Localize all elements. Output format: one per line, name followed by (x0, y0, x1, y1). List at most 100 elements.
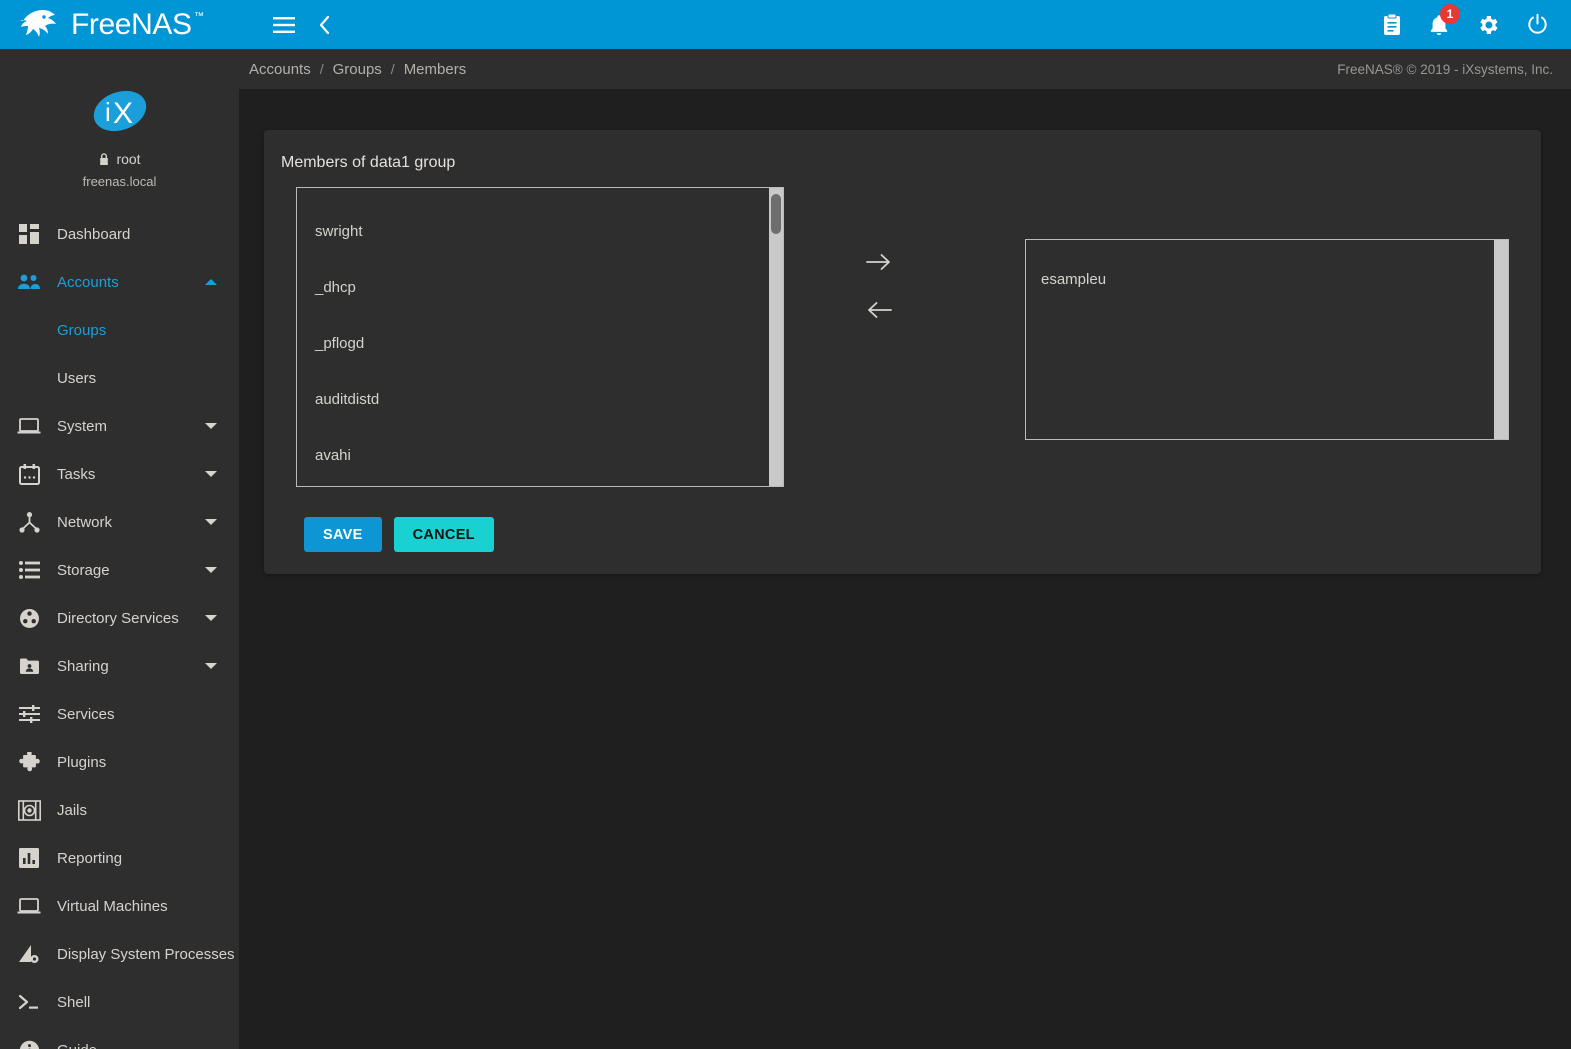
sidebar-item-network[interactable]: Network (0, 498, 239, 546)
copyright-notice: FreeNAS® © 2019 - iXsystems, Inc. (1337, 62, 1553, 77)
top-navigation-bar: FreeNAS ™ 1 (0, 0, 1571, 49)
svg-text:i: i (105, 97, 111, 127)
accounts-people-icon (13, 270, 45, 294)
brand-logo-area[interactable]: FreeNAS ™ (0, 0, 239, 49)
virtual-machines-icon (13, 894, 45, 918)
sidebar-item-sharing[interactable]: Sharing (0, 642, 239, 690)
chevron-down-icon (205, 423, 217, 429)
sidebar-item-reporting[interactable]: Reporting (0, 834, 239, 882)
plugins-puzzle-icon (13, 750, 45, 774)
trademark-symbol: ™ (194, 12, 204, 22)
freenas-fish-logo (20, 8, 62, 42)
breadcrumb-separator: / (391, 61, 395, 77)
hostname-label: freenas.local (0, 174, 239, 189)
shell-prompt-icon (13, 990, 45, 1014)
chevron-up-icon (205, 279, 217, 285)
arrow-left-icon[interactable] (864, 295, 894, 325)
sidebar-item-services[interactable]: Services (0, 690, 239, 738)
sidebar-subitem-label: Groups (57, 322, 106, 339)
sidebar-item-label: Tasks (57, 466, 95, 483)
sidebar-item-label: Reporting (57, 850, 122, 867)
list-item[interactable]: swright (297, 204, 769, 260)
sidebar-item-accounts[interactable]: Accounts (0, 258, 239, 306)
breadcrumb-item-accounts[interactable]: Accounts (249, 61, 311, 78)
members-list-scrollbar[interactable] (1494, 240, 1508, 439)
logged-in-user: root (0, 151, 239, 167)
chevron-left-icon[interactable] (317, 15, 331, 35)
breadcrumb-item-groups[interactable]: Groups (333, 61, 382, 78)
brand-name: FreeNAS ™ (71, 10, 192, 40)
toolbar-left-icons (273, 15, 331, 35)
list-item[interactable]: _pflogd (297, 316, 769, 372)
sidebar-item-label: System (57, 418, 107, 435)
chevron-down-icon (205, 567, 217, 573)
sidebar-item-label: Shell (57, 994, 90, 1011)
sidebar-item-label: Plugins (57, 754, 106, 771)
sidebar-item-shell[interactable]: Shell (0, 978, 239, 1026)
power-icon[interactable] (1526, 13, 1549, 36)
notification-badge: 1 (1440, 4, 1460, 24)
sidebar-item-label: Directory Services (57, 610, 179, 627)
reporting-chart-icon (13, 846, 45, 870)
storage-list-icon (13, 558, 45, 582)
sidebar-item-label: Guide (57, 1042, 97, 1049)
sidebar-item-label: Services (57, 706, 115, 723)
members-card: Members of data1 group swright _dhcp _pf… (264, 130, 1541, 574)
chevron-down-icon (205, 519, 217, 525)
system-laptop-icon (13, 414, 45, 438)
clipboard-console-icon[interactable] (1382, 13, 1402, 37)
jails-icon (13, 798, 45, 822)
sidebar-item-label: Storage (57, 562, 110, 579)
sidebar-item-storage[interactable]: Storage (0, 546, 239, 594)
directory-services-icon (13, 606, 45, 630)
chevron-down-icon (205, 471, 217, 477)
list-item[interactable]: auditdistd (297, 372, 769, 428)
arrow-right-icon[interactable] (864, 247, 894, 277)
cancel-button[interactable]: CANCEL (394, 517, 494, 552)
notifications-button[interactable]: 1 (1428, 13, 1450, 37)
info-circle-icon (13, 1038, 45, 1049)
sharing-folder-icon (13, 654, 45, 678)
brand-name-text: FreeNAS (71, 8, 192, 41)
sidebar-item-label: Display System Processes (57, 946, 235, 963)
sidebar-item-users[interactable]: Users (0, 354, 239, 402)
svg-text:X: X (113, 97, 133, 130)
sidebar-item-guide[interactable]: Guide (0, 1026, 239, 1049)
scrollbar-thumb[interactable] (771, 194, 781, 234)
main-content: Accounts / Groups / Members FreeNAS® © 2… (239, 49, 1571, 1049)
sidebar-item-label: Network (57, 514, 112, 531)
chevron-down-icon (205, 663, 217, 669)
gear-icon[interactable] (1476, 13, 1500, 37)
save-button[interactable]: SAVE (304, 517, 382, 552)
sidebar-item-jails[interactable]: Jails (0, 786, 239, 834)
sidebar-subitem-label: Users (57, 370, 96, 387)
sidebar-item-groups[interactable]: Groups (0, 306, 239, 354)
available-users-options: swright _dhcp _pflogd auditdistd avahi (297, 188, 769, 486)
list-item[interactable]: _dhcp (297, 260, 769, 316)
sidebar-item-virtual-machines[interactable]: Virtual Machines (0, 882, 239, 930)
available-users-list[interactable]: swright _dhcp _pflogd auditdistd avahi (296, 187, 784, 487)
list-item[interactable]: avahi (297, 428, 769, 484)
sidebar-item-label: Sharing (57, 658, 109, 675)
sidebar-item-display-system-processes[interactable]: Display System Processes (0, 930, 239, 978)
network-nodes-icon (13, 510, 45, 534)
ix-systems-logo: i X (89, 85, 151, 137)
sidebar-item-plugins[interactable]: Plugins (0, 738, 239, 786)
sidebar-item-tasks[interactable]: Tasks (0, 450, 239, 498)
sidebar-item-dashboard[interactable]: Dashboard (0, 210, 239, 258)
sidebar-item-directory-services[interactable]: Directory Services (0, 594, 239, 642)
tasks-calendar-icon (13, 462, 45, 486)
sidebar-item-label: Virtual Machines (57, 898, 168, 915)
toolbar-right-icons: 1 (1382, 0, 1549, 49)
available-list-scrollbar[interactable] (769, 188, 783, 486)
group-members-list[interactable]: esampleu (1025, 239, 1509, 440)
breadcrumb-separator: / (320, 61, 324, 77)
breadcrumb-item-members[interactable]: Members (404, 61, 467, 78)
sidebar-item-system[interactable]: System (0, 402, 239, 450)
sidebar-item-label: Dashboard (57, 226, 130, 243)
list-item[interactable]: esampleu (1026, 256, 1494, 304)
group-members-options: esampleu (1026, 240, 1494, 439)
transfer-controls (864, 247, 894, 325)
hamburger-menu-icon[interactable] (273, 17, 295, 33)
sidebar-item-label: Accounts (57, 274, 119, 291)
